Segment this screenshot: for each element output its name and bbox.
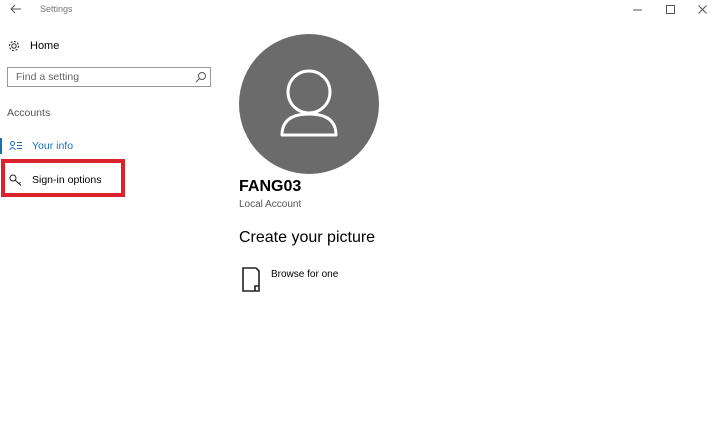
- home-link[interactable]: Home: [7, 38, 59, 54]
- window-title: Settings: [40, 4, 73, 14]
- home-label: Home: [30, 40, 60, 52]
- create-picture-heading: Create your picture: [239, 229, 376, 246]
- close-button[interactable]: [687, 0, 719, 20]
- file-browse-icon: [242, 267, 260, 292]
- title-bar: Settings: [0, 0, 720, 20]
- maximize-button[interactable]: [655, 0, 687, 20]
- sidebar-item-label: Your info: [32, 140, 74, 152]
- browse-for-one-button[interactable]: Browse for one: [239, 266, 389, 294]
- search-box[interactable]: [7, 67, 211, 87]
- back-arrow-icon[interactable]: [9, 2, 23, 16]
- maximize-icon: [666, 5, 675, 14]
- minimize-icon: [633, 9, 642, 11]
- minimize-button[interactable]: [622, 0, 654, 20]
- account-type: Local Account: [239, 199, 302, 210]
- gear-icon: [9, 41, 19, 51]
- person-card-icon: [9, 141, 22, 151]
- search-input[interactable]: [8, 68, 196, 86]
- username: FANG03: [239, 178, 302, 195]
- highlight-annotation: [1, 159, 125, 197]
- search-icon[interactable]: [195, 71, 207, 83]
- main-content: FANG03 Local Account Create your picture…: [220, 20, 720, 428]
- close-icon: [698, 5, 707, 14]
- avatar: [239, 34, 379, 174]
- person-icon: [280, 69, 338, 137]
- section-label-accounts: Accounts: [7, 107, 51, 119]
- sidebar: Home Accounts Your info Sign-in options: [0, 20, 220, 428]
- browse-label: Browse for one: [271, 269, 339, 280]
- selected-indicator: [0, 138, 2, 154]
- sidebar-item-your-info[interactable]: Your info: [0, 135, 215, 157]
